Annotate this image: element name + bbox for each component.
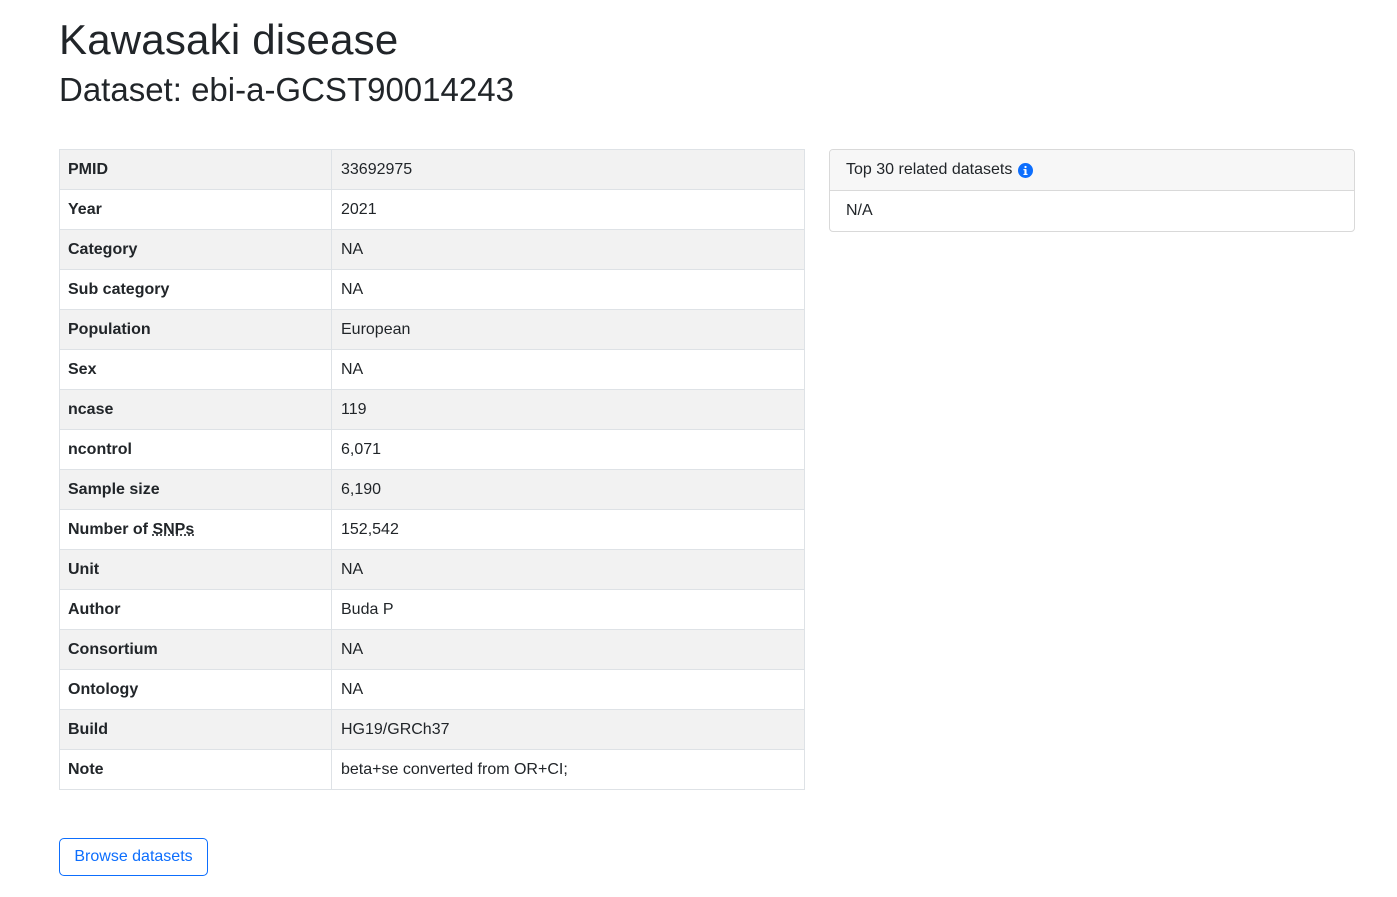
row-label: Note: [59, 749, 332, 790]
row-value: NA: [331, 269, 805, 310]
info-circle-icon[interactable]: [1018, 162, 1034, 178]
table-row-sex: Sex NA: [59, 349, 805, 390]
table-row-population: Population European: [59, 309, 805, 350]
row-value: 152,542: [331, 509, 805, 550]
row-value: Buda P: [331, 589, 805, 630]
row-value: NA: [331, 669, 805, 710]
row-value: 119: [331, 389, 805, 430]
table-row-consortium: Consortium NA: [59, 629, 805, 670]
row-label: Consortium: [59, 629, 332, 670]
row-label: Sex: [59, 349, 332, 390]
table-row-sub-category: Sub category NA: [59, 269, 805, 310]
table-row-category: Category NA: [59, 229, 805, 270]
page: Kawasaki disease Dataset: ebi-a-GCST9001…: [0, 0, 1397, 897]
related-datasets-header: Top 30 related datasets: [830, 150, 1354, 191]
row-label: ncase: [59, 389, 332, 430]
table-row-ncontrol: ncontrol 6,071: [59, 429, 805, 470]
row-value: NA: [331, 629, 805, 670]
row-value: NA: [331, 549, 805, 590]
row-value: HG19/GRCh37: [331, 709, 805, 750]
row-label: Sample size: [59, 469, 332, 510]
row-value: NA: [331, 349, 805, 390]
row-label: Sub category: [59, 269, 332, 310]
table-row-number-of-snps: Number of SNPs 152,542: [59, 509, 805, 550]
related-datasets-body: N/A: [846, 202, 873, 219]
table-row-pmid: PMID 33692975: [59, 149, 805, 190]
table-row-ncase: ncase 119: [59, 389, 805, 430]
related-datasets-title: Top 30 related datasets: [846, 161, 1013, 178]
row-label: Number of SNPs: [59, 509, 332, 550]
browse-datasets-button[interactable]: Browse datasets: [59, 838, 208, 876]
table-row-note: Note beta+se converted from OR+CI;: [59, 749, 805, 790]
row-value: 33692975: [331, 149, 805, 190]
table-row-unit: Unit NA: [59, 549, 805, 590]
dataset-details-table: PMID 33692975 Year 2021 Category NA Sub …: [59, 149, 805, 790]
table-row-ontology: Ontology NA: [59, 669, 805, 710]
page-title: Kawasaki disease: [59, 16, 399, 63]
row-value: NA: [331, 229, 805, 270]
row-value: European: [331, 309, 805, 350]
row-label: Year: [59, 189, 332, 230]
snps-abbreviation[interactable]: SNPs: [152, 521, 194, 538]
row-label: Author: [59, 589, 332, 630]
row-label: PMID: [59, 149, 332, 190]
table-row-sample-size: Sample size 6,190: [59, 469, 805, 510]
table-row-author: Author Buda P: [59, 589, 805, 630]
row-label: Category: [59, 229, 332, 270]
row-value: 2021: [331, 189, 805, 230]
row-value: 6,071: [331, 429, 805, 470]
table-row-build: Build HG19/GRCh37: [59, 709, 805, 750]
row-label: Ontology: [59, 669, 332, 710]
row-value: beta+se converted from OR+CI;: [331, 749, 805, 790]
row-label-prefix: Number of: [68, 520, 153, 538]
row-value: 6,190: [331, 469, 805, 510]
related-datasets-card: Top 30 related datasets N/A: [829, 149, 1355, 232]
row-label: ncontrol: [59, 429, 332, 470]
row-label: Population: [59, 309, 332, 350]
row-label: Build: [59, 709, 332, 750]
row-label: Unit: [59, 549, 332, 590]
dataset-id-subtitle: Dataset: ebi-a-GCST90014243: [59, 71, 514, 108]
table-row-year: Year 2021: [59, 189, 805, 230]
